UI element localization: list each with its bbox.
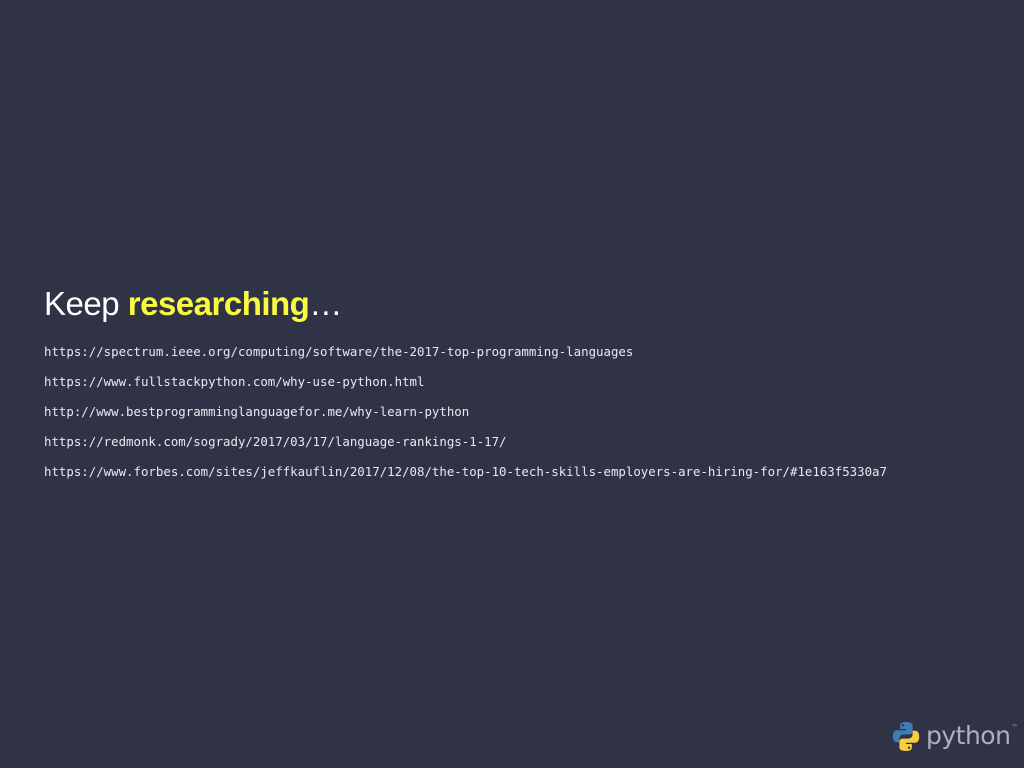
- link-item[interactable]: https://redmonk.com/sogrady/2017/03/17/l…: [44, 432, 887, 462]
- python-logo-icon: [892, 721, 920, 751]
- heading-suffix: …: [309, 285, 342, 322]
- link-item[interactable]: https://www.fullstackpython.com/why-use-…: [44, 372, 887, 402]
- python-logo: python ™: [892, 718, 1017, 754]
- link-item[interactable]: https://spectrum.ieee.org/computing/soft…: [44, 342, 887, 372]
- trademark-symbol: ™: [1011, 724, 1018, 731]
- slide-heading: Keep researching…: [44, 285, 342, 323]
- link-item[interactable]: https://www.forbes.com/sites/jeffkauflin…: [44, 462, 887, 492]
- link-item[interactable]: http://www.bestprogramminglanguagefor.me…: [44, 402, 887, 432]
- slide: Keep researching… https://spectrum.ieee.…: [0, 0, 1024, 768]
- heading-prefix: Keep: [44, 285, 128, 322]
- link-list: https://spectrum.ieee.org/computing/soft…: [44, 342, 887, 492]
- heading-accent: researching: [127, 285, 310, 322]
- python-wordmark: python: [926, 720, 1011, 750]
